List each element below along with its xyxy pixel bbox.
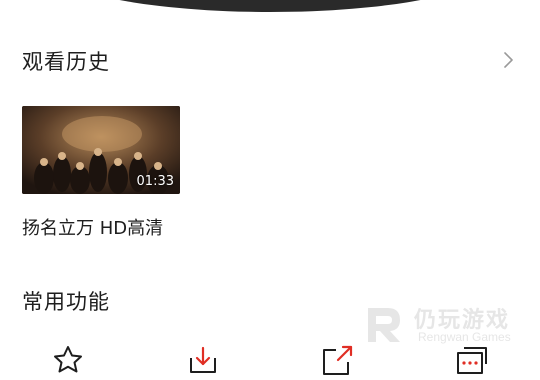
share-button[interactable] [318,340,358,380]
video-duration: 01:33 [136,174,174,189]
watermark-logo-icon [368,308,400,342]
favorites-button[interactable] [48,340,88,380]
functions-section-title: 常用功能 [22,290,110,314]
watermark: 仍玩游戏 Rengwan Games [362,300,522,348]
top-banner [55,0,485,12]
download-icon [190,346,216,373]
history-section-title: 观看历史 [22,50,110,74]
video-title[interactable]: 扬名立万 HD高清 [22,214,163,240]
video-thumbnail[interactable]: 01:33 [22,106,180,194]
share-icon [323,345,353,375]
watermark-subtitle: Rengwan Games [418,330,511,344]
chevron-right-icon[interactable] [498,50,518,70]
star-icon [54,346,82,373]
downloads-button[interactable] [183,340,223,380]
